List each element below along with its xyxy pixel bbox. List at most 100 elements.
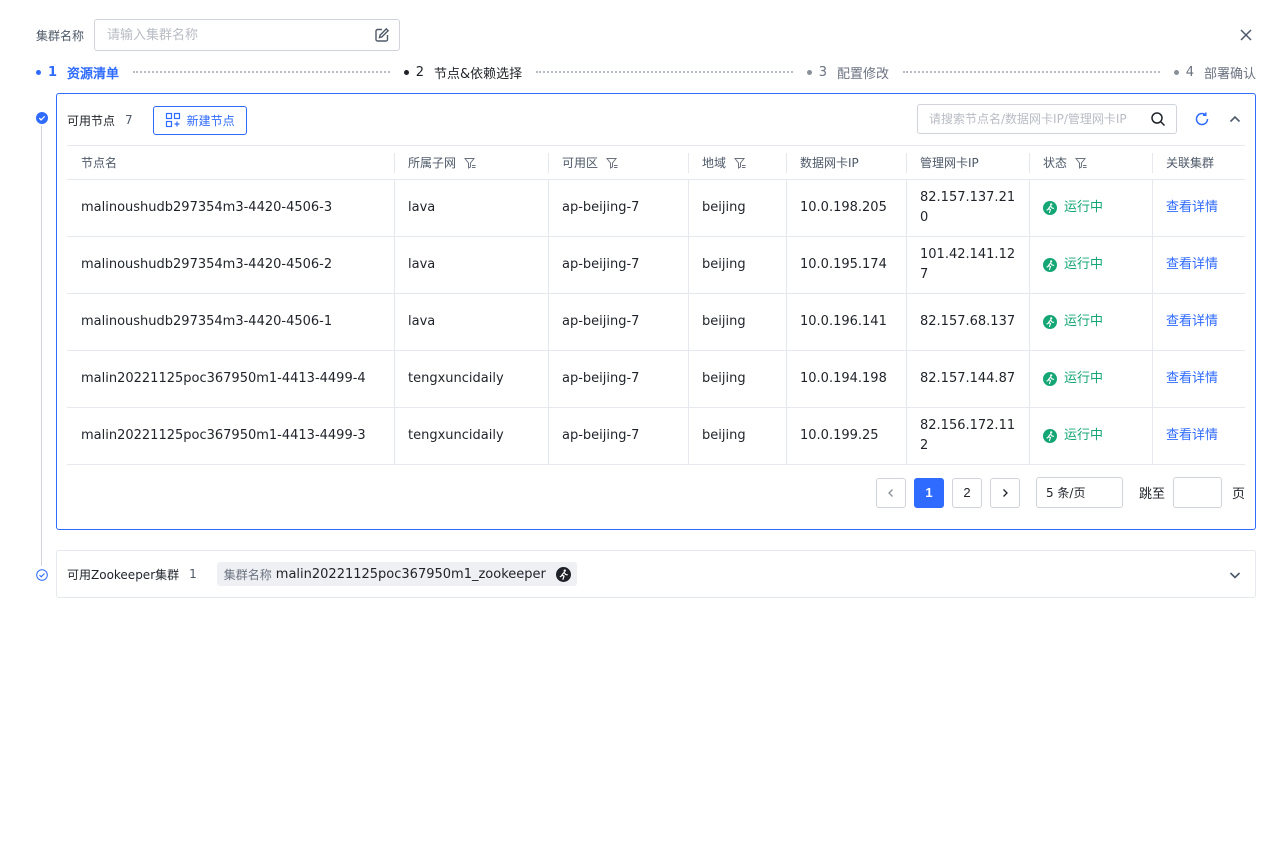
filter-icon[interactable] — [464, 157, 476, 169]
chevron-right-icon — [1003, 488, 1008, 497]
jump-page-field[interactable] — [1172, 477, 1222, 508]
col-label: 所属子网 — [408, 156, 457, 170]
timeline-line — [41, 126, 42, 566]
col-label: 状态 — [1043, 156, 1068, 170]
filter-icon[interactable] — [606, 157, 618, 169]
cell-zone: ap-beijing-7 — [548, 294, 688, 350]
refresh-icon[interactable] — [1194, 111, 1210, 127]
cell-mgmt-ip: 101.42.141.127 — [906, 237, 1029, 293]
status-badge: 运行中 — [1043, 369, 1103, 389]
page-1-button[interactable]: 1 — [913, 477, 944, 508]
table-row[interactable]: malin20221125poc367950m1-4413-4499-3 ten… — [67, 408, 1245, 465]
prev-page-button[interactable] — [875, 477, 906, 508]
step-1[interactable]: 1 资源清单 — [36, 63, 119, 82]
chevron-up-icon[interactable] — [1227, 111, 1243, 127]
cell-subnet: lava — [394, 180, 548, 236]
page-size-select[interactable]: 5 条/页 — [1035, 477, 1123, 508]
col-zone: 可用区 — [548, 146, 688, 179]
cell-data-ip: 10.0.196.141 — [786, 294, 906, 350]
step-connector — [133, 71, 390, 73]
available-nodes-panel: 可用节点 7 新建节点 节点名 所属子网 可用区 — [56, 93, 1256, 530]
cell-status: 运行中 — [1029, 237, 1152, 293]
new-node-button[interactable]: 新建节点 — [152, 105, 247, 135]
step-3[interactable]: 3 配置修改 — [806, 63, 889, 82]
cluster-name-field[interactable] — [94, 19, 400, 51]
running-icon — [555, 566, 571, 582]
jump-page-input[interactable] — [1173, 478, 1221, 507]
cell-cluster: 查看详情 — [1152, 408, 1245, 464]
cell-cluster: 查看详情 — [1152, 294, 1245, 350]
cell-node-name: malin20221125poc367950m1-4413-4499-3 — [81, 428, 366, 443]
step-connector — [903, 71, 1160, 73]
col-label: 数据网卡IP — [800, 156, 859, 170]
cluster-name-input[interactable] — [107, 27, 374, 43]
cell-zone: ap-beijing-7 — [548, 180, 688, 236]
status-badge: 运行中 — [1043, 198, 1103, 218]
table-row[interactable]: malinoushudb297354m3-4420-4506-2 lava ap… — [67, 237, 1245, 294]
node-search-input[interactable] — [929, 112, 1150, 126]
status-badge: 运行中 — [1043, 255, 1103, 275]
next-page-button[interactable] — [989, 477, 1020, 508]
zookeeper-title: 可用Zookeeper集群 — [67, 567, 180, 582]
view-details-link[interactable]: 查看详情 — [1166, 312, 1218, 332]
cell-region: beijing — [688, 408, 786, 464]
view-details-link[interactable]: 查看详情 — [1166, 198, 1218, 218]
edit-icon[interactable] — [374, 27, 390, 43]
page-suffix-label: 页 — [1231, 487, 1245, 502]
status-badge: 运行中 — [1043, 312, 1103, 332]
cell-node-name: malin20221125poc367950m1-4413-4499-4 — [81, 371, 366, 386]
status-text: 运行中 — [1064, 257, 1104, 272]
cell-status: 运行中 — [1029, 180, 1152, 236]
status-badge: 运行中 — [1043, 426, 1103, 446]
step-number: 3 — [818, 64, 828, 80]
node-search-field[interactable] — [917, 104, 1177, 134]
step-2[interactable]: 2 节点&依赖选择 — [403, 63, 523, 82]
filter-icon[interactable] — [1075, 157, 1087, 169]
filter-icon[interactable] — [734, 157, 746, 169]
cell-subnet: lava — [394, 294, 548, 350]
step-label: 部署确认 — [1203, 66, 1256, 82]
col-label: 可用区 — [562, 156, 599, 170]
chevron-down-icon[interactable] — [1227, 567, 1243, 583]
cell-node-name: malinoushudb297354m3-4420-4506-1 — [81, 314, 333, 329]
nodes-panel-header: 可用节点 7 新建节点 — [67, 105, 247, 135]
cell-data-ip: 10.0.198.205 — [786, 180, 906, 236]
table-row[interactable]: malinoushudb297354m3-4420-4506-3 lava ap… — [67, 180, 1245, 237]
cell-subnet: tengxuncidaily — [394, 351, 548, 407]
step-progress: 1 资源清单 2 节点&依赖选择 3 配置修改 4 部署确认 — [36, 62, 1256, 82]
cell-zone: ap-beijing-7 — [548, 408, 688, 464]
step-connector — [536, 71, 793, 73]
cell-mgmt-ip: 82.157.68.137 — [906, 294, 1029, 350]
cell-cluster: 查看详情 — [1152, 180, 1245, 236]
col-region: 地域 — [688, 146, 786, 179]
tag-value: malin20221125poc367950m1_zookeeper — [275, 566, 546, 582]
cell-mgmt-ip: 82.156.172.112 — [906, 408, 1029, 464]
view-details-link[interactable]: 查看详情 — [1166, 255, 1218, 275]
cell-subnet: tengxuncidaily — [394, 408, 548, 464]
zookeeper-cluster-panel[interactable]: 可用Zookeeper集群 1 集群名称 malin20221125poc367… — [56, 550, 1256, 598]
step-label: 节点&依赖选择 — [433, 66, 523, 82]
running-icon — [1043, 372, 1057, 386]
step-dot — [36, 69, 41, 75]
step-label: 资源清单 — [67, 66, 120, 82]
step-4[interactable]: 4 部署确认 — [1173, 63, 1256, 82]
col-mgmt-ip: 管理网卡IP — [906, 146, 1029, 179]
view-details-link[interactable]: 查看详情 — [1166, 369, 1218, 389]
cell-subnet: lava — [394, 237, 548, 293]
table-row[interactable]: malin20221125poc367950m1-4413-4499-4 ten… — [67, 351, 1245, 408]
page-2-button[interactable]: 2 — [951, 477, 982, 508]
cell-status: 运行中 — [1029, 294, 1152, 350]
close-icon[interactable] — [1237, 26, 1255, 44]
nodes-title: 可用节点 — [67, 113, 116, 128]
step-number: 1 — [48, 64, 58, 80]
nodes-count: 7 — [125, 113, 133, 127]
step-dot — [403, 69, 409, 75]
search-icon[interactable] — [1150, 111, 1166, 127]
col-data-ip: 数据网卡IP — [786, 146, 906, 179]
col-label: 节点名 — [81, 156, 118, 170]
cell-region: beijing — [688, 351, 786, 407]
chevron-left-icon — [888, 488, 893, 497]
table-row[interactable]: malinoushudb297354m3-4420-4506-1 lava ap… — [67, 294, 1245, 351]
view-details-link[interactable]: 查看详情 — [1166, 426, 1218, 446]
cell-region: beijing — [688, 180, 786, 236]
